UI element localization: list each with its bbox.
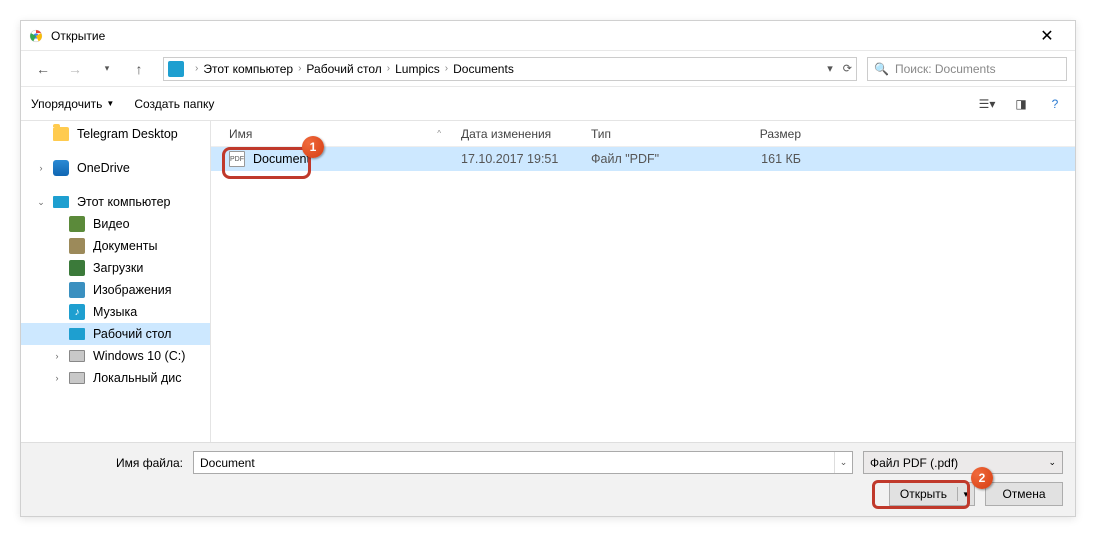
preview-pane-button[interactable]: ◨ — [1011, 95, 1031, 113]
chevron-right-icon: › — [387, 63, 390, 74]
chevron-down-icon: ▼ — [106, 99, 114, 108]
images-icon — [69, 282, 85, 298]
pdf-file-icon: PDF — [229, 151, 245, 167]
breadcrumb-item[interactable]: Этот компьютер — [203, 62, 293, 76]
window-title: Открытие — [51, 29, 1027, 43]
chevron-right-icon: › — [298, 63, 301, 74]
sidebar-item-local-disk[interactable]: › Локальный дис — [21, 367, 210, 389]
file-list: PDF Document 17.10.2017 19:51 Файл "PDF"… — [211, 147, 1075, 442]
forward-button[interactable]: → — [61, 55, 89, 83]
dialog-footer: Имя файла: Document ⌄ Файл PDF (.pdf) ⌄ … — [21, 442, 1075, 516]
sidebar-item-drive-c[interactable]: › Windows 10 (C:) — [21, 345, 210, 367]
annotation-marker: 1 — [302, 136, 324, 158]
close-button[interactable]: ✕ — [1027, 22, 1067, 50]
sidebar-item-images[interactable]: Изображения — [21, 279, 210, 301]
sidebar-item-label: Локальный дис — [93, 371, 182, 385]
sidebar-item-documents[interactable]: Документы — [21, 235, 210, 257]
chevron-right-icon: › — [445, 63, 448, 74]
downloads-icon — [69, 260, 85, 276]
file-list-panel: Имя^ Дата изменения Тип Размер PDF Docum… — [211, 121, 1075, 442]
sidebar-item-label: Видео — [93, 217, 130, 231]
titlebar: Открытие ✕ — [21, 21, 1075, 51]
refresh-button[interactable]: ⟳ — [843, 62, 852, 75]
chevron-right-icon: › — [195, 63, 198, 74]
sidebar: Telegram Desktop › OneDrive ⌄ Этот компь… — [21, 121, 211, 442]
view-options-button[interactable]: ☰▾ — [977, 95, 997, 113]
annotation-marker: 2 — [971, 467, 993, 489]
back-button[interactable]: ← — [29, 55, 57, 83]
breadcrumb[interactable]: › Этот компьютер › Рабочий стол › Lumpic… — [163, 57, 857, 81]
sidebar-item-this-pc[interactable]: ⌄ Этот компьютер — [21, 191, 210, 213]
new-folder-button[interactable]: Создать папку — [134, 97, 214, 111]
pc-icon — [168, 61, 184, 77]
file-name: Document — [253, 152, 310, 166]
file-type: Файл "PDF" — [581, 152, 711, 166]
column-name[interactable]: Имя^ — [211, 127, 451, 141]
up-button[interactable]: ↑ — [125, 55, 153, 83]
cancel-button[interactable]: Отмена — [985, 482, 1063, 506]
chevron-right-icon[interactable]: › — [51, 351, 63, 361]
search-input[interactable]: 🔍 Поиск: Documents — [867, 57, 1067, 81]
sidebar-item-label: Музыка — [93, 305, 137, 319]
file-type-filter[interactable]: Файл PDF (.pdf) ⌄ — [863, 451, 1063, 474]
chevron-down-icon[interactable]: ▾ — [827, 62, 833, 75]
organize-button[interactable]: Упорядочить▼ — [31, 97, 114, 111]
filename-value: Document — [200, 456, 255, 470]
file-open-dialog: Открытие ✕ ← → ▾ ↑ › Этот компьютер › Ра… — [20, 20, 1076, 517]
sidebar-item-label: Рабочий стол — [93, 327, 171, 341]
open-button[interactable]: Открыть ▼ — [889, 482, 975, 506]
breadcrumb-item[interactable]: Lumpics — [395, 62, 440, 76]
video-icon — [69, 216, 85, 232]
sidebar-item-label: Этот компьютер — [77, 195, 170, 209]
navbar: ← → ▾ ↑ › Этот компьютер › Рабочий стол … — [21, 51, 1075, 87]
documents-icon — [69, 238, 85, 254]
monitor-icon — [53, 196, 69, 208]
dialog-body: Telegram Desktop › OneDrive ⌄ Этот компь… — [21, 121, 1075, 442]
chevron-right-icon[interactable]: › — [35, 163, 47, 173]
sidebar-item-label: OneDrive — [77, 161, 130, 175]
disk-icon — [69, 372, 85, 384]
sidebar-item-label: Изображения — [93, 283, 172, 297]
chevron-down-icon[interactable]: ⌄ — [35, 197, 47, 208]
breadcrumb-item[interactable]: Рабочий стол — [306, 62, 381, 76]
column-type[interactable]: Тип — [581, 127, 711, 141]
recent-dropdown[interactable]: ▾ — [93, 55, 121, 83]
sidebar-item-label: Документы — [93, 239, 157, 253]
sidebar-item-telegram[interactable]: Telegram Desktop — [21, 123, 210, 145]
column-size[interactable]: Размер — [711, 127, 811, 141]
disk-icon — [69, 350, 85, 362]
open-dropdown-icon[interactable]: ▼ — [958, 490, 974, 499]
chevron-down-icon: ⌄ — [1048, 457, 1056, 468]
sidebar-item-downloads[interactable]: Загрузки — [21, 257, 210, 279]
sort-indicator-icon: ^ — [437, 129, 441, 138]
help-button[interactable]: ? — [1045, 95, 1065, 113]
onedrive-icon — [53, 160, 69, 176]
sidebar-item-onedrive[interactable]: › OneDrive — [21, 157, 210, 179]
sidebar-item-music[interactable]: ♪ Музыка — [21, 301, 210, 323]
filename-label: Имя файла: — [33, 456, 183, 470]
folder-icon — [53, 127, 69, 141]
sidebar-item-desktop[interactable]: Рабочий стол — [21, 323, 210, 345]
file-date: 17.10.2017 19:51 — [451, 152, 581, 166]
file-size: 161 КБ — [711, 152, 811, 166]
desktop-icon — [69, 328, 85, 340]
breadcrumb-item[interactable]: Documents — [453, 62, 514, 76]
sidebar-item-label: Загрузки — [93, 261, 143, 275]
sidebar-item-label: Windows 10 (C:) — [93, 349, 185, 363]
search-icon: 🔍 — [874, 62, 889, 76]
sidebar-item-label: Telegram Desktop — [77, 127, 178, 141]
music-icon: ♪ — [69, 304, 85, 320]
chevron-right-icon[interactable]: › — [51, 373, 63, 383]
column-date[interactable]: Дата изменения — [451, 127, 581, 141]
filename-input[interactable]: Document ⌄ — [193, 451, 853, 474]
filter-label: Файл PDF (.pdf) — [870, 456, 958, 470]
sidebar-item-video[interactable]: Видео — [21, 213, 210, 235]
toolbar: Упорядочить▼ Создать папку ☰▾ ◨ ? — [21, 87, 1075, 121]
column-headers: Имя^ Дата изменения Тип Размер — [211, 121, 1075, 147]
search-placeholder: Поиск: Documents — [895, 62, 996, 76]
chrome-icon — [29, 29, 43, 43]
chevron-down-icon[interactable]: ⌄ — [834, 452, 852, 473]
file-row[interactable]: PDF Document 17.10.2017 19:51 Файл "PDF"… — [211, 147, 1075, 171]
